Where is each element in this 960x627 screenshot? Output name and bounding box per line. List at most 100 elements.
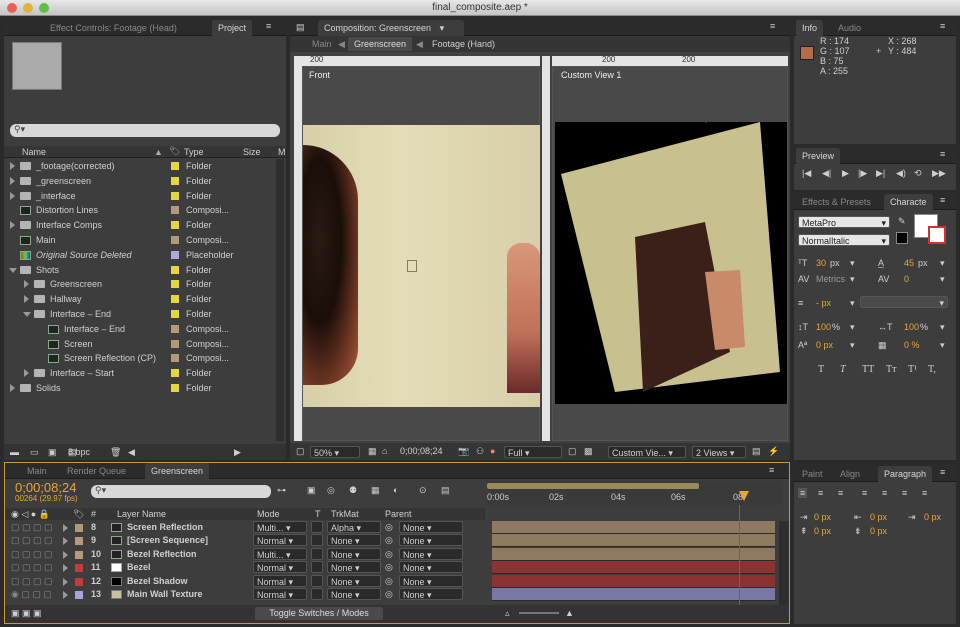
tab-effect-controls[interactable]: Effect Controls: Footage (Head) <box>44 20 183 36</box>
layer-parent-select[interactable]: None ▾ <box>399 534 463 547</box>
next-frame-icon[interactable]: |▶ <box>858 168 867 179</box>
first-frame-icon[interactable]: |◀ <box>802 168 811 179</box>
project-item[interactable]: Greenscreen Folder <box>4 277 274 291</box>
layer-duration-bar[interactable] <box>492 588 775 601</box>
kerning-value[interactable]: Metrics <box>816 274 845 284</box>
project-item[interactable]: Shots Folder <box>4 263 274 277</box>
layer-row[interactable]: ▢ ▢ ▢ ▢ 12 Bezel Shadow Normal ▾ None ▾ ◎ None… <box>5 574 479 588</box>
expand-switches-icon[interactable]: ▣ ▣ ▣ <box>11 608 42 619</box>
delete-icon[interactable]: 🗑 <box>110 447 121 458</box>
project-item[interactable]: _interface Folder <box>4 189 274 203</box>
dropdown-arrow-icon[interactable]: ▾ <box>850 322 855 333</box>
baseline-shift-value[interactable]: 0 px <box>816 340 833 350</box>
tab-audio[interactable]: Audio <box>832 20 867 36</box>
dropdown-arrow-icon[interactable]: ▾ <box>940 258 945 269</box>
stroke-width-value[interactable]: - px <box>816 298 831 308</box>
layer-trkmat-select[interactable]: None ▾ <box>327 547 381 560</box>
dropdown-arrow-icon[interactable]: ▾ <box>850 298 855 309</box>
layer-label-swatch[interactable] <box>75 550 83 559</box>
col-type[interactable]: Type <box>184 147 204 157</box>
layer-av-switches[interactable]: ▢ ▢ ▢ ▢ <box>11 576 53 587</box>
horizontal-scale-value[interactable]: 100 <box>904 322 919 332</box>
layer-mode-select[interactable]: Normal ▾ <box>253 588 307 600</box>
layer-duration-bar[interactable] <box>492 521 775 534</box>
expand-arrow-icon[interactable] <box>63 564 68 573</box>
last-frame-icon[interactable]: ▶| <box>876 168 885 179</box>
layer-name[interactable]: Bezel <box>127 562 151 572</box>
layer-trkmat-select[interactable]: None ▾ <box>327 534 381 547</box>
project-search-input[interactable]: ⚲▾ <box>10 124 280 137</box>
project-item[interactable]: Hallway Folder <box>4 292 274 306</box>
layer-name[interactable]: Main Wall Texture <box>127 589 203 599</box>
always-preview-icon[interactable]: ▢ <box>296 446 305 457</box>
layer-av-switches[interactable]: ▢ ▢ ▢ ▢ <box>11 522 53 533</box>
lock-icon[interactable]: ▤ <box>296 22 305 33</box>
color-channel-icon[interactable]: ● <box>490 446 495 456</box>
expand-arrow-icon[interactable] <box>10 176 15 185</box>
font-size-value[interactable]: 30 <box>816 258 826 268</box>
project-item[interactable]: Interface – Start Folder <box>4 366 274 380</box>
scroll-right-icon[interactable]: ▶ <box>234 447 241 458</box>
label-color-swatch[interactable] <box>171 250 179 259</box>
camera-view-select[interactable]: Custom Vie... ▾ <box>608 446 686 458</box>
layer-duration-bar[interactable] <box>492 574 775 588</box>
superscript-button[interactable]: T¹ <box>908 364 917 375</box>
layer-parent-select[interactable]: None ▾ <box>399 561 463 574</box>
col-m[interactable]: M <box>278 147 286 157</box>
collapse-arrow-icon[interactable] <box>23 312 31 317</box>
layer-label-swatch[interactable] <box>75 564 83 573</box>
label-color-swatch[interactable] <box>171 206 179 215</box>
label-color-swatch[interactable] <box>171 324 179 333</box>
preserve-transparency-checkbox[interactable] <box>311 547 323 560</box>
tab-project[interactable]: Project <box>212 20 253 36</box>
label-color-swatch[interactable] <box>171 221 179 230</box>
zoom-select[interactable]: 50% ▾ <box>310 446 360 458</box>
expand-arrow-icon[interactable] <box>10 384 15 392</box>
space-before-value[interactable]: 0 px <box>814 526 831 536</box>
expand-arrow-icon[interactable] <box>10 191 15 200</box>
fast-preview-icon[interactable]: ⚡ <box>768 446 779 457</box>
label-color-swatch[interactable] <box>171 280 179 289</box>
label-color-swatch[interactable] <box>171 354 179 363</box>
project-item[interactable]: Interface – End Folder <box>4 307 274 321</box>
project-item[interactable]: Solids Folder <box>4 381 274 395</box>
faux-italic-button[interactable]: T <box>840 364 846 375</box>
zoom-out-icon[interactable]: ▵ <box>505 608 510 619</box>
small-caps-button[interactable]: Tт <box>886 364 896 375</box>
layer-duration-bar[interactable] <box>492 547 775 561</box>
zoom-in-icon[interactable]: ▲ <box>565 608 574 618</box>
toggle-pixel-icon[interactable]: ▤ <box>752 446 761 457</box>
col-t[interactable]: T <box>315 509 321 519</box>
view-custom[interactable]: Custom View 1 <box>552 66 788 441</box>
panel-menu-icon[interactable]: ≡ <box>940 467 945 477</box>
current-time-indicator[interactable] <box>739 505 740 605</box>
vertical-scale-value[interactable]: 100 <box>816 322 831 332</box>
label-color-swatch[interactable] <box>171 191 179 200</box>
preserve-transparency-checkbox[interactable] <box>311 534 323 547</box>
layer-trkmat-select[interactable]: None ▾ <box>327 574 381 587</box>
layer-duration-bar[interactable] <box>492 534 775 548</box>
pickwhip-icon[interactable]: ◎ <box>385 589 393 600</box>
mask-icon[interactable]: ⌂ <box>382 446 387 456</box>
grid-icon[interactable]: ▦ <box>368 446 377 457</box>
transparency-grid-icon[interactable]: ▩ <box>584 446 593 457</box>
panel-menu-icon[interactable]: ≡ <box>940 149 945 159</box>
expand-arrow-icon[interactable] <box>10 221 15 230</box>
layer-trkmat-select[interactable]: Alpha ▾ <box>327 521 381 533</box>
col-parent[interactable]: Parent <box>385 509 412 519</box>
tsume-value[interactable]: 0 % <box>904 340 920 350</box>
eyedropper-icon[interactable]: ✎ <box>898 216 906 227</box>
layer-mode-select[interactable]: Multi... ▾ <box>253 521 307 533</box>
views-layout-select[interactable]: 2 Views ▾ <box>692 446 746 458</box>
project-item[interactable]: Distortion Lines Composi... <box>4 203 274 217</box>
expand-arrow-icon[interactable] <box>24 280 29 289</box>
col-size[interactable]: Size <box>243 147 261 157</box>
tab-align[interactable]: Align <box>834 466 866 482</box>
expand-arrow-icon[interactable] <box>63 524 68 532</box>
audio-icon[interactable]: ◀) <box>896 168 906 179</box>
panel-menu-icon[interactable]: ≡ <box>266 21 271 31</box>
layer-mode-select[interactable]: Normal ▾ <box>253 561 307 574</box>
layer-row[interactable]: ◉ ▢ ▢ ▢ 13 Main Wall Texture Normal ▾ None ▾… <box>5 588 479 601</box>
snapshot-icon[interactable]: 📷 <box>458 446 469 457</box>
view-front[interactable]: Front <box>302 66 540 441</box>
